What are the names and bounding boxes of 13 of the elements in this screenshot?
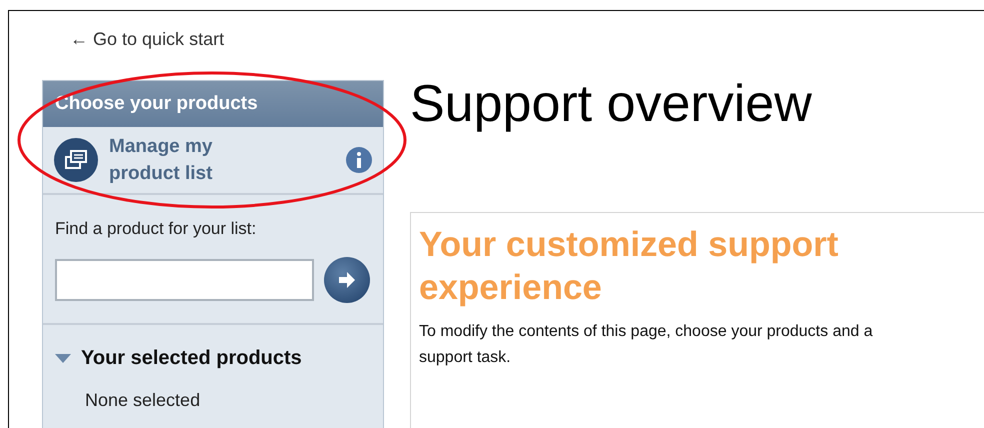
card-heading: Your customized support experience <box>419 224 840 309</box>
info-icon[interactable] <box>345 146 373 174</box>
find-label: Find a product for your list: <box>55 219 258 239</box>
product-list-icon[interactable] <box>53 137 99 183</box>
card-text: To modify the contents of this page, choose your products and a support task. <box>419 322 874 368</box>
manage-product-list-link[interactable]: Manage my product list <box>109 133 259 187</box>
page-title: Support overview <box>410 74 813 134</box>
empty-message: None selected <box>84 389 202 411</box>
product-search-field[interactable] <box>55 259 314 301</box>
go-button[interactable] <box>324 257 370 303</box>
arrow-icon <box>337 271 357 289</box>
selected-products-toggle[interactable]: Your selected products <box>43 325 314 370</box>
back-link[interactable]: ← Go to quick start <box>70 29 224 50</box>
